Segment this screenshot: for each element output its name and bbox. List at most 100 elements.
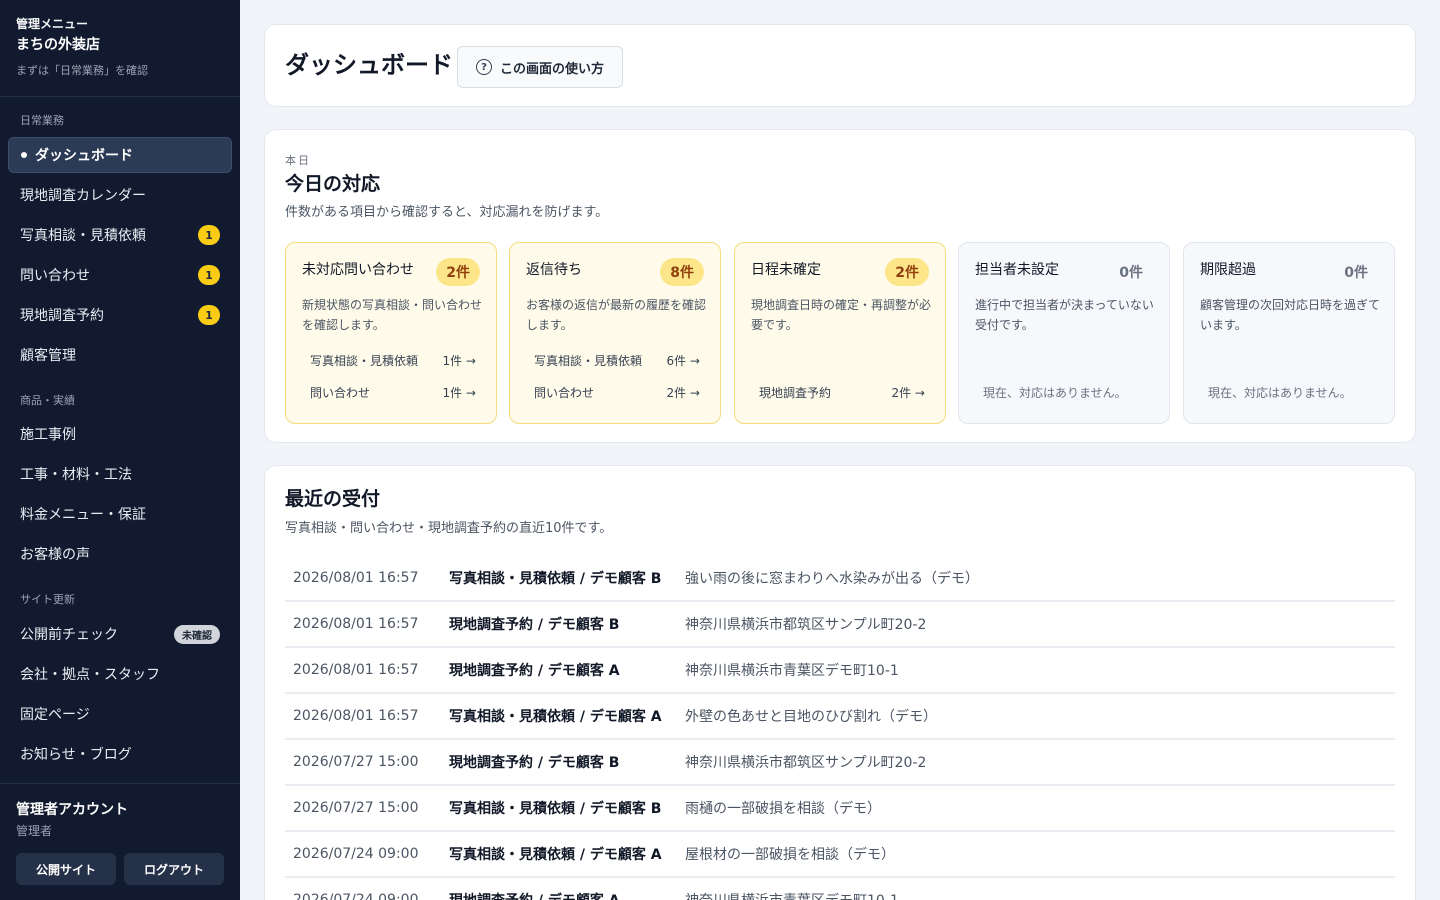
stat-row-value: 2件 → xyxy=(891,386,925,400)
sidebar-item-label: 問い合わせ xyxy=(20,268,90,284)
sidebar-item-publish-check[interactable]: 公開前チェック 未確認 xyxy=(8,616,232,652)
sidebar-item-label: 施工事例 xyxy=(20,427,76,443)
sidebar-item-photo-consult[interactable]: 写真相談・見積依頼 1 xyxy=(8,217,232,253)
stat-row-label: 問い合わせ xyxy=(534,386,595,400)
stat-card-no-assignee[interactable]: 担当者未設定 0件 進行中で担当者が決まっていない受付です。 現在、対応はありま… xyxy=(958,242,1170,424)
active-dot-icon xyxy=(21,152,27,158)
stat-row-label: 写真相談・見積依頼 xyxy=(310,354,419,368)
row-type: 現地調査予約 / デモ顧客 B xyxy=(449,755,620,771)
account-role: 管理者 xyxy=(16,824,53,838)
row-date: 2026/08/01 16:57 xyxy=(293,662,419,678)
recent-desc: 写真相談・問い合わせ・現地調査予約の直近10件です。 xyxy=(285,521,613,536)
row-summary: 神奈川県横浜市都筑区サンプル町20-2 xyxy=(685,755,927,771)
today-title: 今日の対応 xyxy=(285,173,381,195)
nav-section-daily: 日常業務 xyxy=(20,114,64,127)
recent-panel: 最近の受付 写真相談・問い合わせ・現地調査予約の直近10件です。 2026/08… xyxy=(264,465,1416,900)
row-summary: 強い雨の後に窓まわりへ水染みが出る（デモ） xyxy=(685,571,979,587)
stat-count: 0件 xyxy=(1344,265,1368,281)
sidebar-item-inquiries[interactable]: 問い合わせ 1 xyxy=(8,257,232,293)
stat-desc: お客様の返信が最新の履歴を確認します。 xyxy=(526,298,707,332)
sidebar-item-label: 工事・材料・工法 xyxy=(20,467,132,483)
nav-section-site: サイト更新 xyxy=(20,593,75,606)
table-row[interactable]: 2026/07/24 09:00 現地調査予約 / デモ顧客 A 神奈川県横浜市… xyxy=(285,878,1395,900)
sidebar-item-pricing[interactable]: 料金メニュー・保証 xyxy=(8,496,232,532)
public-site-button[interactable]: 公開サイト xyxy=(16,853,116,885)
stat-card-overdue[interactable]: 期限超過 0件 顧客管理の次回対応日時を過ぎています。 現在、対応はありません。 xyxy=(1183,242,1395,424)
table-row[interactable]: 2026/07/27 15:00 現地調査予約 / デモ顧客 B 神奈川県横浜市… xyxy=(285,740,1395,786)
stat-row-label: 問い合わせ xyxy=(310,386,371,400)
row-type: 写真相談・見積依頼 / デモ顧客 A xyxy=(449,847,662,863)
table-row[interactable]: 2026/08/01 16:57 写真相談・見積依頼 / デモ顧客 B 強い雨の… xyxy=(285,556,1395,602)
row-type: 現地調査予約 / デモ顧客 B xyxy=(449,617,620,633)
row-date: 2026/08/01 16:57 xyxy=(293,708,419,724)
status-badge: 未確認 xyxy=(174,625,220,644)
sidebar-item-label: 固定ページ xyxy=(20,707,90,723)
stat-count: 8件 xyxy=(660,258,704,286)
row-summary: 神奈川県横浜市青葉区デモ町10-1 xyxy=(685,663,899,679)
row-summary: 神奈川県横浜市青葉区デモ町10-1 xyxy=(685,890,899,900)
sidebar-item-label: 写真相談・見積依頼 xyxy=(20,228,146,244)
sidebar-item-label: 現地調査予約 xyxy=(20,308,104,324)
table-row[interactable]: 2026/08/01 16:57 写真相談・見積依頼 / デモ顧客 A 外壁の色… xyxy=(285,694,1395,740)
stat-desc: 新規状態の写真相談・問い合わせを確認します。 xyxy=(302,298,483,332)
stat-desc: 進行中で担当者が決まっていない受付です。 xyxy=(975,298,1154,332)
table-row[interactable]: 2026/07/24 09:00 写真相談・見積依頼 / デモ顧客 A 屋根材の… xyxy=(285,832,1395,878)
row-summary: 雨樋の一部破損を相談（デモ） xyxy=(685,801,881,817)
stat-empty-message: 現在、対応はありません。 xyxy=(983,386,1127,400)
row-summary: 外壁の色あせと目地のひび割れ（デモ） xyxy=(685,709,937,725)
sidebar: 管理メニュー まちの外装店 まずは「日常業務」を確認 日常業務 ダッシュボード … xyxy=(0,0,240,900)
sidebar-brand: 管理メニュー まちの外装店 まずは「日常業務」を確認 xyxy=(0,0,240,97)
row-type: 写真相談・見積依頼 / デモ顧客 A xyxy=(449,709,662,725)
sidebar-item-cases[interactable]: 施工事例 xyxy=(8,416,232,452)
stat-card-awaiting-reply[interactable]: 返信待ち 8件 お客様の返信が最新の履歴を確認します。 写真相談・見積依頼 6件… xyxy=(509,242,721,424)
table-row[interactable]: 2026/08/01 16:57 現地調査予約 / デモ顧客 B 神奈川県横浜市… xyxy=(285,602,1395,648)
sidebar-item-label: 会社・拠点・スタッフ xyxy=(20,667,160,683)
stat-title: 返信待ち xyxy=(526,262,582,278)
sidebar-item-label: 現地調査カレンダー xyxy=(20,188,146,204)
count-badge: 1 xyxy=(198,225,220,245)
row-date: 2026/07/27 15:00 xyxy=(293,754,419,770)
stat-card-unscheduled[interactable]: 日程未確定 2件 現地調査日時の確定・再調整が必要です。 現地調査予約 2件 → xyxy=(734,242,946,424)
stat-title: 日程未確定 xyxy=(751,262,821,278)
sidebar-item-fixed-pages[interactable]: 固定ページ xyxy=(8,696,232,732)
table-row[interactable]: 2026/08/01 16:57 現地調査予約 / デモ顧客 A 神奈川県横浜市… xyxy=(285,648,1395,694)
stat-link-photo-consult[interactable]: 写真相談・見積依頼 6件 → xyxy=(534,352,700,372)
stat-title: 担当者未設定 xyxy=(975,262,1059,278)
stat-desc: 現地調査日時の確定・再調整が必要です。 xyxy=(751,298,932,332)
row-type: 現地調査予約 / デモ顧客 A xyxy=(449,663,620,679)
sidebar-item-customers[interactable]: 顧客管理 xyxy=(8,337,232,373)
stat-row-value: 1件 → xyxy=(442,386,476,400)
sidebar-item-voices[interactable]: お客様の声 xyxy=(8,536,232,572)
stat-link-inquiries[interactable]: 問い合わせ 1件 → xyxy=(310,384,476,404)
sidebar-item-survey-booking[interactable]: 現地調査予約 1 xyxy=(8,297,232,333)
question-circle-icon: ? xyxy=(475,59,492,75)
sidebar-item-label: 顧客管理 xyxy=(20,348,76,364)
stat-count: 2件 xyxy=(885,258,929,286)
sidebar-item-materials[interactable]: 工事・材料・工法 xyxy=(8,456,232,492)
stat-row-label: 写真相談・見積依頼 xyxy=(534,354,643,368)
stat-link-survey-booking[interactable]: 現地調査予約 2件 → xyxy=(759,384,925,404)
today-eyebrow: 本日 xyxy=(285,154,311,167)
sidebar-item-label: ダッシュボード xyxy=(35,148,133,164)
stat-title: 未対応問い合わせ xyxy=(302,262,414,278)
table-row[interactable]: 2026/07/27 15:00 写真相談・見積依頼 / デモ顧客 B 雨樋の一… xyxy=(285,786,1395,832)
help-button-label: この画面の使い方 xyxy=(499,61,604,77)
recent-title: 最近の受付 xyxy=(285,488,381,510)
sidebar-item-dashboard[interactable]: ダッシュボード xyxy=(8,137,232,173)
stat-link-inquiries[interactable]: 問い合わせ 2件 → xyxy=(534,384,700,404)
stat-link-photo-consult[interactable]: 写真相談・見積依頼 1件 → xyxy=(310,352,476,372)
stat-card-unhandled[interactable]: 未対応問い合わせ 2件 新規状態の写真相談・問い合わせを確認します。 写真相談・… xyxy=(285,242,497,424)
row-summary: 屋根材の一部破損を相談（デモ） xyxy=(685,847,895,863)
logout-button[interactable]: ログアウト xyxy=(124,853,224,885)
help-button[interactable]: ? この画面の使い方 xyxy=(457,46,623,88)
sidebar-item-news[interactable]: お知らせ・ブログ xyxy=(8,736,232,772)
brand-eyebrow: 管理メニュー xyxy=(16,17,89,31)
count-badge: 1 xyxy=(198,265,220,285)
page-header: ダッシュボード ? この画面の使い方 xyxy=(264,24,1416,107)
sidebar-item-label: 公開前チェック xyxy=(20,627,118,643)
count-badge: 1 xyxy=(198,305,220,325)
sidebar-item-company[interactable]: 会社・拠点・スタッフ xyxy=(8,656,232,692)
sidebar-item-survey-calendar[interactable]: 現地調査カレンダー xyxy=(8,177,232,213)
sidebar-item-label: 料金メニュー・保証 xyxy=(20,507,146,523)
account-name: 管理者アカウント xyxy=(16,802,128,818)
